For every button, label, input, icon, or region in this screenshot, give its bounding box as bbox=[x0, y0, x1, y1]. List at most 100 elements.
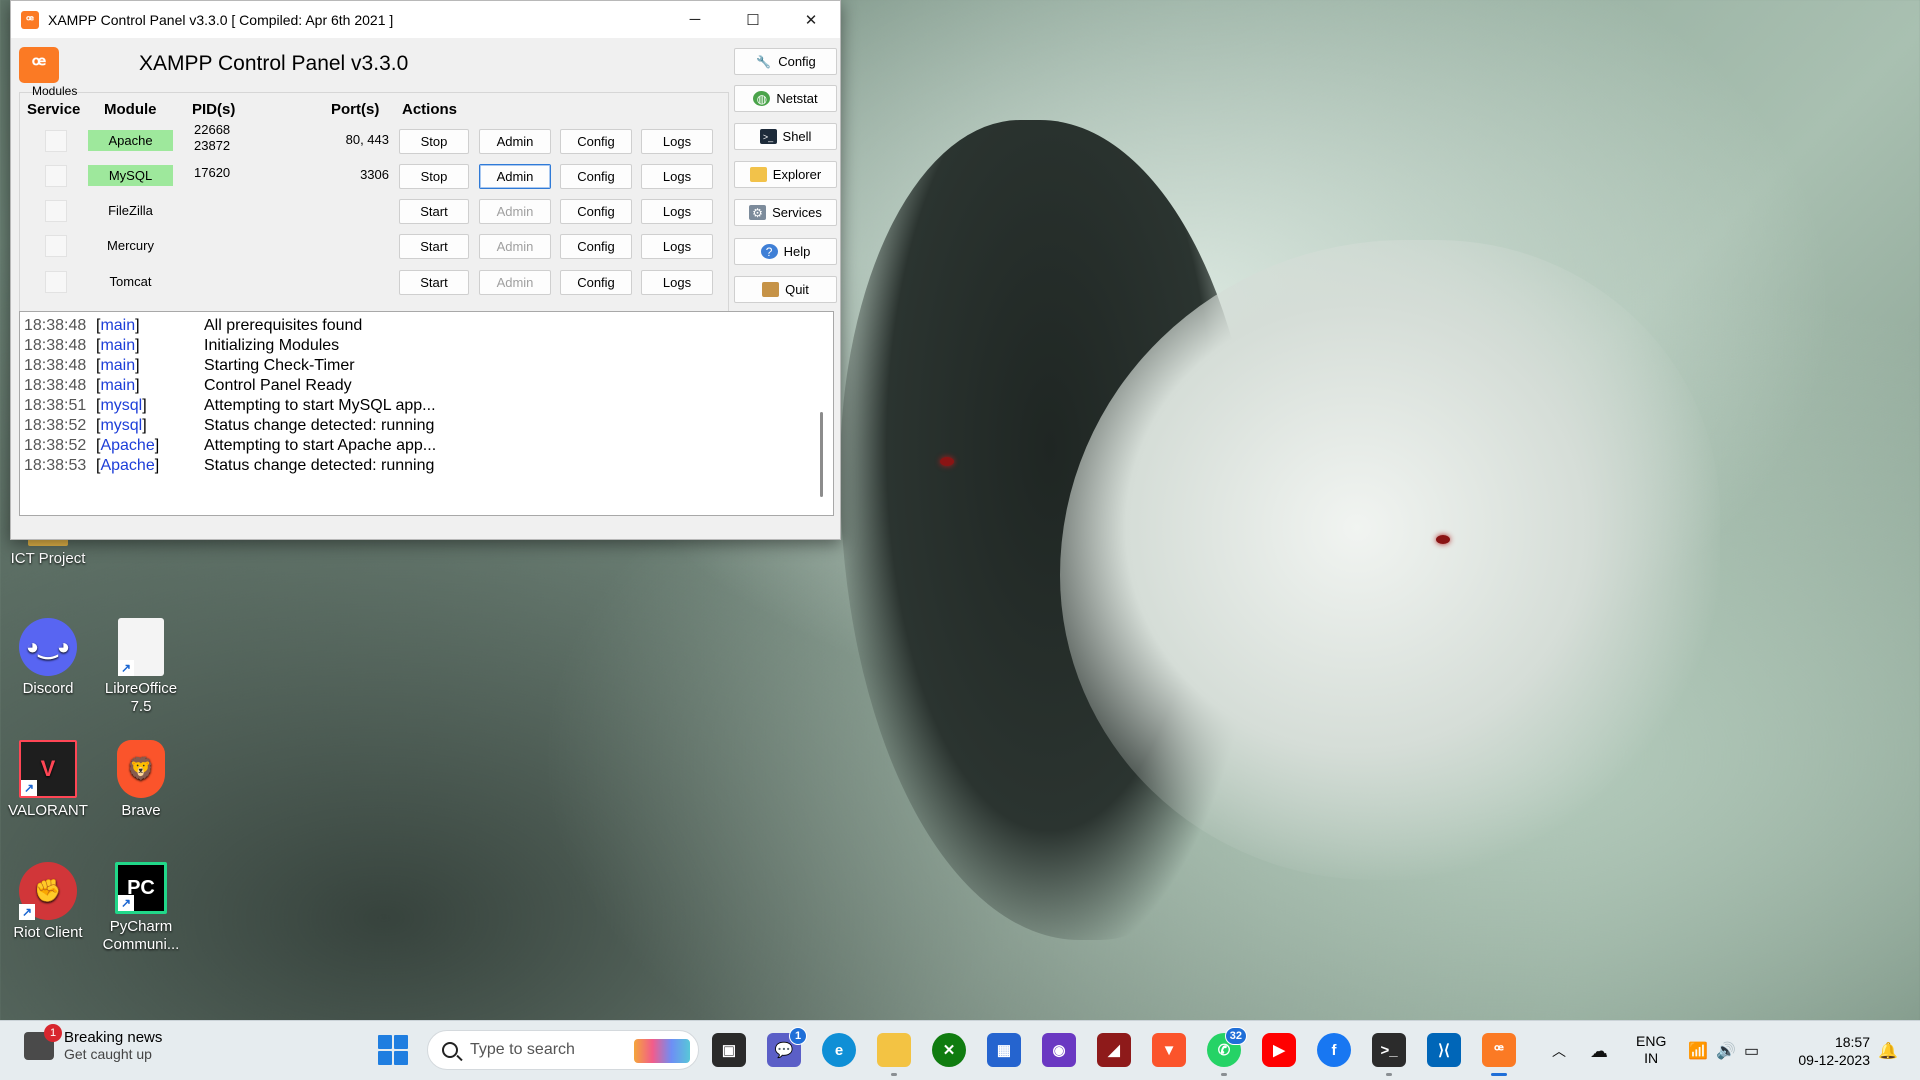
terminal-taskbar-icon[interactable]: >_ bbox=[1372, 1033, 1406, 1076]
start-button[interactable] bbox=[378, 1035, 408, 1065]
maximize-button[interactable]: ☐ bbox=[724, 1, 782, 38]
news-widget[interactable]: 1 Breaking news Get caught up bbox=[24, 1023, 162, 1062]
help-icon: ? bbox=[760, 244, 778, 259]
podcast-app-icon[interactable]: ◉ bbox=[1042, 1033, 1076, 1067]
log-time: 18:38:53 bbox=[24, 457, 87, 474]
file-explorer-icon[interactable] bbox=[877, 1033, 911, 1076]
help-button[interactable]: ? Help bbox=[734, 238, 837, 265]
log-message: Control Panel Ready bbox=[204, 377, 352, 394]
logs-button-mercury[interactable]: Logs bbox=[641, 234, 713, 259]
log-time: 18:38:48 bbox=[24, 337, 87, 354]
log-line: 18:38:48 [main] Control Panel Ready bbox=[24, 376, 833, 396]
config-side-button[interactable]: 🔧 Config bbox=[734, 48, 837, 75]
stop-button-mysql[interactable]: Stop bbox=[399, 164, 469, 189]
service-checkbox-tomcat[interactable] bbox=[45, 271, 67, 293]
start-button-mercury[interactable]: Start bbox=[399, 234, 469, 259]
desktop-icon-discord[interactable]: ◕‿◕ Discord bbox=[0, 618, 96, 698]
config-button-mercury[interactable]: Config bbox=[560, 234, 632, 259]
log-message: Initializing Modules bbox=[204, 337, 340, 354]
start-button-tomcat[interactable]: Start bbox=[399, 270, 469, 295]
task-view-icon[interactable]: ▣ bbox=[712, 1033, 746, 1067]
title-bar[interactable]: ꟹ XAMPP Control Panel v3.3.0 [ Compiled:… bbox=[11, 1, 840, 38]
service-checkbox-filezilla[interactable] bbox=[45, 200, 67, 222]
header-ports: Port(s) bbox=[331, 101, 380, 118]
language-indicator[interactable]: ENG IN bbox=[1636, 1033, 1666, 1067]
shell-button[interactable]: >_ Shell bbox=[734, 123, 837, 150]
whatsapp-icon[interactable]: ✆ 32 bbox=[1207, 1027, 1247, 1076]
admin-button-mysql[interactable]: Admin bbox=[479, 164, 551, 189]
admin-button-apache[interactable]: Admin bbox=[479, 129, 551, 154]
teams-chat-icon[interactable]: 💬 1 bbox=[767, 1027, 807, 1067]
start-button-filezilla[interactable]: Start bbox=[399, 199, 469, 224]
desktop-icon-valorant[interactable]: V ↗ VALORANT bbox=[0, 740, 96, 820]
services-button[interactable]: ⚙ Services bbox=[734, 199, 837, 226]
desktop-icon-label: Brave bbox=[121, 802, 161, 819]
config-button-tomcat[interactable]: Config bbox=[560, 270, 632, 295]
whatsapp-badge: 32 bbox=[1224, 1027, 1247, 1045]
wifi-icon[interactable]: 📶 bbox=[1688, 1021, 1708, 1080]
explorer-button[interactable]: Explorer bbox=[734, 161, 837, 188]
folder-icon bbox=[749, 167, 767, 182]
clock[interactable]: 18:57 09-12-2023 bbox=[1784, 1033, 1870, 1069]
microsoft-store-icon[interactable]: ▦ bbox=[987, 1033, 1021, 1067]
desktop-icon-riot-client[interactable]: ✊ ↗ Riot Client bbox=[0, 862, 96, 942]
header-actions: Actions bbox=[402, 101, 458, 118]
log-module-name: mysql bbox=[100, 397, 143, 414]
facebook-icon[interactable]: f bbox=[1317, 1033, 1351, 1067]
shortcut-arrow-icon: ↗ bbox=[21, 780, 37, 796]
xbox-icon[interactable]: ✕ bbox=[932, 1033, 966, 1067]
notification-bell-icon[interactable]: 🔔 bbox=[1878, 1021, 1898, 1080]
log-module-name: Apache bbox=[100, 437, 155, 454]
xampp-icon: ꟹ bbox=[21, 10, 39, 29]
log-scrollbar[interactable] bbox=[820, 412, 823, 497]
minimize-button[interactable]: ─ bbox=[666, 1, 724, 38]
stop-button-apache[interactable]: Stop bbox=[399, 129, 469, 154]
logs-button-filezilla[interactable]: Logs bbox=[641, 199, 713, 224]
game-app-icon[interactable]: ◢ bbox=[1097, 1033, 1131, 1067]
logs-button-apache[interactable]: Logs bbox=[641, 129, 713, 154]
volume-icon[interactable]: 🔊 bbox=[1716, 1021, 1736, 1080]
close-button[interactable]: ✕ bbox=[782, 1, 840, 38]
onedrive-cloud-icon[interactable]: ☁ bbox=[1590, 1021, 1608, 1080]
config-button-apache[interactable]: Config bbox=[560, 129, 632, 154]
search-box[interactable]: Type to search bbox=[427, 1030, 699, 1070]
log-message: Attempting to start Apache app... bbox=[204, 437, 437, 454]
service-checkbox-apache[interactable] bbox=[45, 130, 67, 152]
service-checkbox-mercury[interactable] bbox=[45, 235, 67, 257]
desktop-icon-libreoffice[interactable]: ↗ LibreOffice 7.5 bbox=[93, 618, 189, 716]
shell-label: Shell bbox=[782, 129, 812, 144]
desktop-icon-label: LibreOffice 7.5 bbox=[104, 680, 178, 715]
show-hidden-icons-chevron-icon[interactable]: ︿ bbox=[1552, 1021, 1566, 1080]
news-badge: 1 bbox=[44, 1023, 62, 1042]
brave-taskbar-icon[interactable]: ▼ bbox=[1152, 1033, 1186, 1067]
control-panel-body: ꟹ XAMPP Control Panel v3.3.0 Modules Ser… bbox=[11, 38, 840, 540]
logs-button-mysql[interactable]: Logs bbox=[641, 164, 713, 189]
logs-button-tomcat[interactable]: Logs bbox=[641, 270, 713, 295]
wrench-icon: 🔧 bbox=[756, 54, 772, 69]
battery-icon[interactable]: ▭ bbox=[1744, 1021, 1759, 1080]
log-module-name: main bbox=[100, 377, 136, 394]
log-module-name: main bbox=[100, 337, 136, 354]
service-checkbox-mysql[interactable] bbox=[45, 165, 67, 187]
news-icon: 1 bbox=[24, 1023, 62, 1060]
log-time: 18:38:48 bbox=[24, 317, 87, 334]
desktop-icon-pycharm[interactable]: PC ↗ PyCharm Communi... bbox=[93, 862, 189, 954]
log-module-name: main bbox=[100, 317, 136, 334]
log-console[interactable]: 18:38:48 [main] All prerequisites found 18… bbox=[19, 311, 834, 516]
desktop-icon-brave[interactable]: 🦁 Brave bbox=[93, 740, 189, 820]
vscode-icon[interactable]: ⟩⟨ bbox=[1427, 1033, 1461, 1067]
config-button-mysql[interactable]: Config bbox=[560, 164, 632, 189]
quit-button[interactable]: Quit bbox=[734, 276, 837, 303]
netstat-label: Netstat bbox=[776, 91, 818, 106]
youtube-icon[interactable]: ▶ bbox=[1262, 1033, 1296, 1067]
xampp-taskbar-icon[interactable]: ꟹ bbox=[1482, 1033, 1516, 1076]
module-name-filezilla: FileZilla bbox=[108, 203, 153, 218]
log-module-name: main bbox=[100, 357, 136, 374]
log-module-name: mysql bbox=[100, 417, 143, 434]
window-title: XAMPP Control Panel v3.3.0 [ Compiled: A… bbox=[48, 11, 394, 28]
log-module-name: Apache bbox=[100, 457, 155, 474]
desktop-icon-ict-project[interactable]: ICT Project bbox=[0, 536, 96, 568]
netstat-button[interactable]: ◍ Netstat bbox=[734, 85, 837, 112]
edge-icon[interactable]: e bbox=[822, 1033, 856, 1067]
config-button-filezilla[interactable]: Config bbox=[560, 199, 632, 224]
